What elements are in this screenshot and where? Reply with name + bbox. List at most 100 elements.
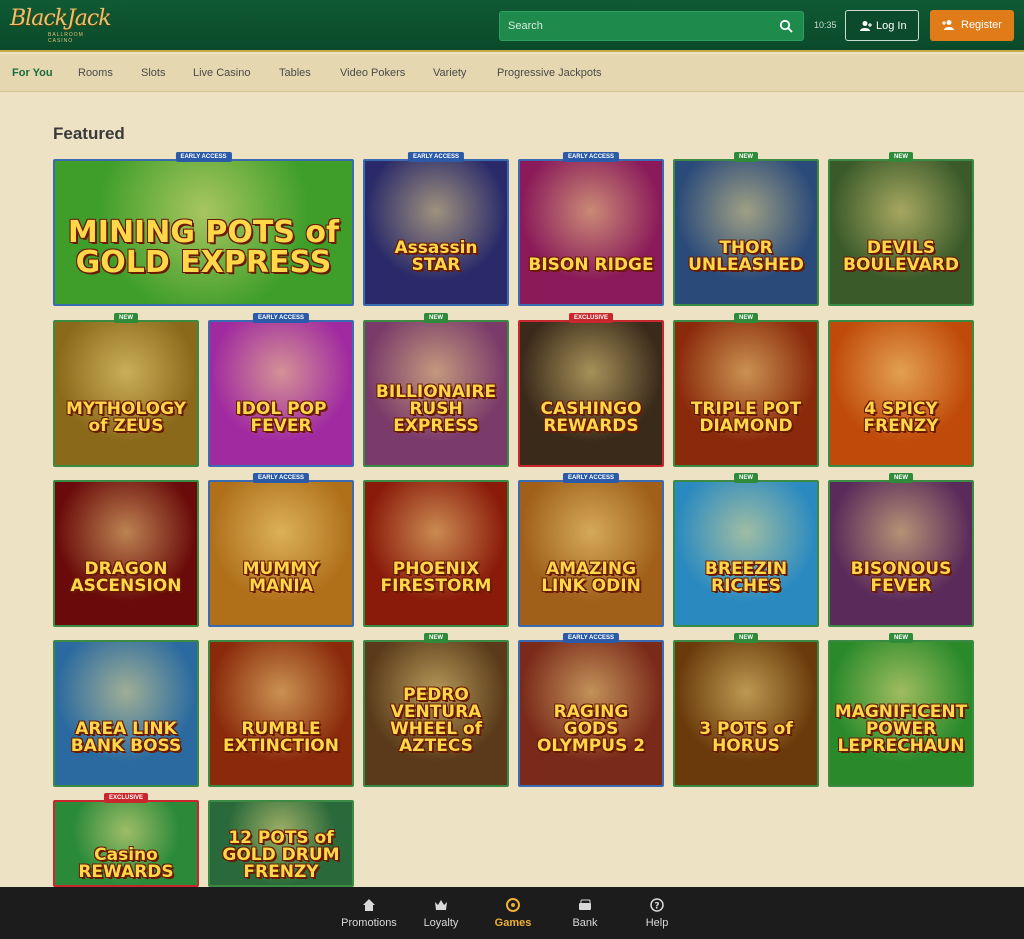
game-title: BISON RIDGE bbox=[528, 255, 654, 275]
game-title: RAGING GODS OLYMPUS 2 bbox=[536, 702, 646, 756]
game-title: Assassin STAR bbox=[394, 238, 478, 275]
game-tile[interactable]: BREEZIN RICHES bbox=[673, 480, 819, 627]
game-badge: EARLY ACCESS bbox=[407, 152, 465, 162]
section-title: Featured bbox=[53, 124, 125, 143]
game-tile[interactable]: 3 POTS of HORUS bbox=[673, 640, 819, 787]
game-tile[interactable]: AREA LINK BANK BOSS bbox=[53, 640, 199, 787]
game-badge: NEW bbox=[734, 152, 758, 162]
crown-icon bbox=[435, 900, 447, 910]
game-badge: NEW bbox=[734, 633, 758, 643]
bottom-nav-label: Promotions bbox=[341, 917, 397, 929]
game-tile[interactable]: MUMMY MANIA bbox=[208, 480, 354, 627]
game-title: PEDRO VENTURA WHEEL of AZTECS bbox=[389, 685, 483, 756]
game-tile[interactable]: AMAZING LINK ODIN bbox=[518, 480, 664, 627]
game-tile[interactable]: MYTHOLOGY of ZEUS bbox=[53, 320, 199, 467]
bank-icon bbox=[579, 899, 591, 910]
bottom-nav-label: Help bbox=[645, 917, 669, 929]
bottom-nav-help[interactable]: ? Help bbox=[621, 887, 693, 939]
svg-text:?: ? bbox=[654, 902, 659, 912]
help-icon: ? bbox=[650, 898, 664, 912]
game-tile[interactable]: Casino REWARDS bbox=[53, 800, 199, 887]
bottom-nav-label: Bank bbox=[572, 917, 598, 929]
bottom-nav-promotions[interactable]: Promotions bbox=[333, 887, 405, 939]
casino-logo[interactable]: BlackJack BALLROOM CASINO bbox=[10, 6, 112, 44]
logo-subtext: BALLROOM CASINO bbox=[48, 32, 84, 44]
game-badge: EXCLUSIVE bbox=[103, 793, 149, 803]
bottom-nav-bank[interactable]: Bank bbox=[549, 887, 621, 939]
tab-tables[interactable]: Tables bbox=[279, 67, 311, 79]
game-badge: EARLY ACCESS bbox=[252, 473, 310, 483]
home-icon bbox=[363, 899, 375, 911]
bottom-nav: Promotions Loyalty Games Bank ? Help bbox=[0, 887, 1024, 939]
game-badge: EARLY ACCESS bbox=[175, 152, 232, 162]
bottom-nav-games[interactable]: Games bbox=[477, 887, 549, 939]
game-badge: NEW bbox=[889, 152, 913, 162]
game-tile[interactable]: Assassin STAR bbox=[363, 159, 509, 306]
game-title: Casino REWARDS bbox=[78, 845, 174, 882]
game-title: 4 SPICY FRENZY bbox=[863, 399, 939, 436]
game-tile[interactable]: RUMBLE EXTINCTION bbox=[208, 640, 354, 787]
bottom-nav-label: Loyalty bbox=[423, 917, 459, 929]
game-badge: EXCLUSIVE bbox=[568, 313, 614, 323]
tab-slots[interactable]: Slots bbox=[141, 67, 165, 79]
game-tile[interactable]: BISON RIDGE bbox=[518, 159, 664, 306]
tab-progressive-jackpots[interactable]: Progressive Jackpots bbox=[497, 67, 602, 79]
game-badge: EARLY ACCESS bbox=[562, 473, 620, 483]
game-tile[interactable]: MINING POTS of GOLD EXPRESS bbox=[53, 159, 354, 306]
search-input[interactable]: Search bbox=[499, 11, 804, 41]
game-title: THOR UNLEASHED bbox=[688, 238, 804, 275]
game-tile[interactable]: RAGING GODS OLYMPUS 2 bbox=[518, 640, 664, 787]
game-tile[interactable]: IDOL POP FEVER bbox=[208, 320, 354, 467]
game-title: BISONOUS FEVER bbox=[850, 559, 952, 596]
game-badge: NEW bbox=[424, 633, 448, 643]
tab-rooms[interactable]: Rooms bbox=[78, 67, 113, 79]
user-icon bbox=[860, 21, 872, 31]
login-label: Log In bbox=[876, 20, 907, 32]
game-badge: NEW bbox=[889, 473, 913, 483]
game-tile[interactable]: TRIPLE POT DIAMOND bbox=[673, 320, 819, 467]
tab-for-you[interactable]: For You bbox=[12, 67, 53, 79]
game-badge: EARLY ACCESS bbox=[562, 633, 620, 643]
game-tile[interactable]: PEDRO VENTURA WHEEL of AZTECS bbox=[363, 640, 509, 787]
game-tile[interactable]: THOR UNLEASHED bbox=[673, 159, 819, 306]
tab-variety[interactable]: Variety bbox=[433, 67, 466, 79]
game-title: BILLIONAIRE RUSH EXPRESS bbox=[375, 382, 497, 436]
game-title: AMAZING LINK ODIN bbox=[541, 559, 641, 596]
game-tile[interactable]: BISONOUS FEVER bbox=[828, 480, 974, 627]
game-tile[interactable]: DEVILS BOULEVARD bbox=[828, 159, 974, 306]
game-title: IDOL POP FEVER bbox=[235, 399, 327, 436]
register-button[interactable]: Register bbox=[930, 10, 1014, 41]
game-title: DRAGON ASCENSION bbox=[70, 559, 182, 596]
game-title: MUMMY MANIA bbox=[242, 559, 320, 596]
login-button[interactable]: Log In bbox=[845, 10, 919, 41]
tab-video-pokers[interactable]: Video Pokers bbox=[340, 67, 405, 79]
game-badge: NEW bbox=[424, 313, 448, 323]
logo-text: BlackJack bbox=[10, 6, 112, 31]
register-label: Register bbox=[961, 19, 1002, 31]
game-title: AREA LINK BANK BOSS bbox=[70, 719, 182, 756]
game-title: 3 POTS of HORUS bbox=[699, 719, 793, 756]
game-badge: NEW bbox=[734, 473, 758, 483]
tab-live-casino[interactable]: Live Casino bbox=[193, 67, 250, 79]
game-title: 12 POTS of GOLD DRUM FRENZY bbox=[222, 828, 340, 882]
game-badge: NEW bbox=[734, 313, 758, 323]
search-icon[interactable] bbox=[779, 19, 793, 33]
game-tile[interactable]: DRAGON ASCENSION bbox=[53, 480, 199, 627]
game-badge: EARLY ACCESS bbox=[252, 313, 310, 323]
games-icon bbox=[506, 898, 520, 912]
add-user-icon bbox=[942, 20, 954, 30]
game-tile[interactable]: BILLIONAIRE RUSH EXPRESS bbox=[363, 320, 509, 467]
top-header: BlackJack BALLROOM CASINO Search 10:35 L… bbox=[0, 0, 1024, 52]
clock: 10:35 bbox=[814, 20, 837, 30]
game-badge: EARLY ACCESS bbox=[562, 152, 620, 162]
bottom-nav-loyalty[interactable]: Loyalty bbox=[405, 887, 477, 939]
game-badge: NEW bbox=[114, 313, 138, 323]
game-tile[interactable]: 12 POTS of GOLD DRUM FRENZY bbox=[208, 800, 354, 887]
game-tile[interactable]: CASHINGO REWARDS bbox=[518, 320, 664, 467]
game-tile[interactable]: PHOENIX FIRESTORM bbox=[363, 480, 509, 627]
game-title: BREEZIN RICHES bbox=[704, 559, 788, 596]
game-title: RUMBLE EXTINCTION bbox=[223, 719, 339, 756]
game-tile[interactable]: 4 SPICY FRENZY bbox=[828, 320, 974, 467]
game-tile[interactable]: MAGNIFICENT POWER LEPRECHAUN bbox=[828, 640, 974, 787]
bottom-nav-label: Games bbox=[494, 917, 532, 929]
